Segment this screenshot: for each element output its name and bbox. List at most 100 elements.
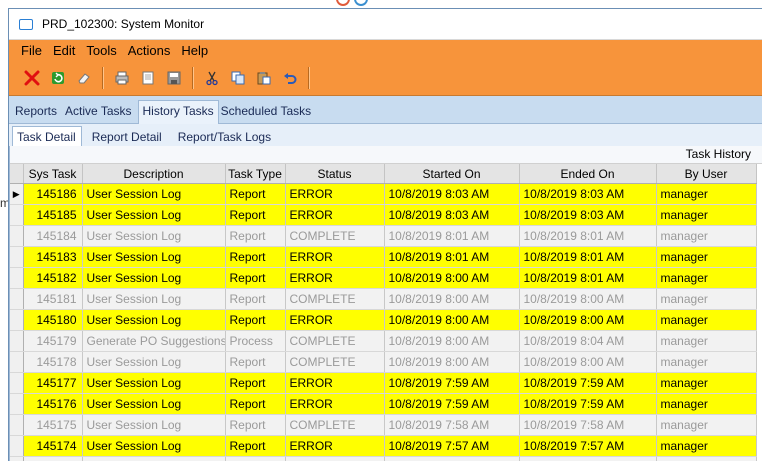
cell-description[interactable]: User Session Log: [82, 268, 225, 289]
cell-started-on[interactable]: 10/8/2019 8:00 AM: [384, 268, 519, 289]
table-row[interactable]: 145182User Session LogReportERROR10/8/20…: [10, 268, 756, 289]
column-header-by-user[interactable]: By User: [656, 164, 756, 184]
cell-ended-on[interactable]: 10/8/2019 7:59 AM: [519, 373, 656, 394]
table-row[interactable]: 145185User Session LogReportERROR10/8/20…: [10, 205, 756, 226]
cell-started-on[interactable]: 10/8/2019 7:59 AM: [384, 394, 519, 415]
cell-started-on[interactable]: 10/8/2019 8:03 AM: [384, 205, 519, 226]
cell-description[interactable]: User Session Log: [82, 415, 225, 436]
cell-by-user[interactable]: manager: [656, 331, 756, 352]
tab-scheduled-tasks[interactable]: Scheduled Tasks: [219, 104, 318, 123]
row-selector[interactable]: ▶: [10, 184, 23, 205]
cell-sys-task[interactable]: 145178: [23, 352, 82, 373]
cell-task-type[interactable]: Report: [225, 457, 285, 461]
row-selector[interactable]: [10, 457, 23, 461]
cell-description[interactable]: User Session Log: [82, 457, 225, 461]
cell-description[interactable]: User Session Log: [82, 205, 225, 226]
cell-task-type[interactable]: Process: [225, 331, 285, 352]
cell-by-user[interactable]: manager: [656, 268, 756, 289]
paste-icon[interactable]: [254, 68, 274, 88]
cell-description[interactable]: User Session Log: [82, 184, 225, 205]
cell-started-on[interactable]: 10/8/2019 8:00 AM: [384, 289, 519, 310]
cell-task-type[interactable]: Report: [225, 436, 285, 457]
cell-ended-on[interactable]: 10/8/2019 7:59 AM: [519, 394, 656, 415]
row-selector[interactable]: [10, 310, 23, 331]
cell-started-on[interactable]: 10/8/2019 8:01 AM: [384, 247, 519, 268]
cell-task-type[interactable]: Report: [225, 415, 285, 436]
cell-by-user[interactable]: manager: [656, 226, 756, 247]
cell-started-on[interactable]: 10/8/2019 7:57 AM: [384, 436, 519, 457]
cell-task-type[interactable]: Report: [225, 310, 285, 331]
cell-ended-on[interactable]: 10/8/2019 8:03 AM: [519, 205, 656, 226]
cell-status[interactable]: ERROR: [285, 373, 384, 394]
row-selector[interactable]: [10, 436, 23, 457]
cell-task-type[interactable]: Report: [225, 289, 285, 310]
cell-ended-on[interactable]: 10/8/2019 7:58 AM: [519, 415, 656, 436]
cell-sys-task[interactable]: 145173: [23, 457, 82, 461]
save-icon[interactable]: [164, 68, 184, 88]
cell-sys-task[interactable]: 145183: [23, 247, 82, 268]
column-header-status[interactable]: Status: [285, 164, 384, 184]
cell-status[interactable]: ERROR: [285, 394, 384, 415]
cell-task-type[interactable]: Report: [225, 247, 285, 268]
undo-icon[interactable]: [280, 68, 300, 88]
menu-actions[interactable]: Actions: [128, 43, 171, 61]
table-row[interactable]: 145173User Session LogReportCOMPLETE10/7…: [10, 457, 756, 461]
cell-by-user[interactable]: manager: [656, 436, 756, 457]
cell-task-type[interactable]: Report: [225, 226, 285, 247]
table-row[interactable]: 145175User Session LogReportCOMPLETE10/8…: [10, 415, 756, 436]
row-selector[interactable]: [10, 268, 23, 289]
row-selector[interactable]: [10, 373, 23, 394]
cell-started-on[interactable]: 10/8/2019 7:58 AM: [384, 415, 519, 436]
menu-tools[interactable]: Tools: [86, 43, 116, 61]
cell-started-on[interactable]: 10/8/2019 8:01 AM: [384, 226, 519, 247]
cell-ended-on[interactable]: 10/8/2019 8:04 AM: [519, 331, 656, 352]
cell-task-type[interactable]: Report: [225, 394, 285, 415]
cell-ended-on[interactable]: 10/8/2019 8:00 AM: [519, 289, 656, 310]
cell-status[interactable]: ERROR: [285, 268, 384, 289]
cell-status[interactable]: COMPLETE: [285, 289, 384, 310]
cell-sys-task[interactable]: 145185: [23, 205, 82, 226]
copy-icon[interactable]: [228, 68, 248, 88]
cell-ended-on[interactable]: 10/8/2019 8:01 AM: [519, 226, 656, 247]
table-row[interactable]: ▶145186User Session LogReportERROR10/8/2…: [10, 184, 756, 205]
cell-status[interactable]: ERROR: [285, 184, 384, 205]
cell-description[interactable]: User Session Log: [82, 436, 225, 457]
table-row[interactable]: 145178User Session LogReportCOMPLETE10/8…: [10, 352, 756, 373]
cell-status[interactable]: ERROR: [285, 436, 384, 457]
title-bar[interactable]: PRD_102300: System Monitor: [9, 9, 762, 40]
print-icon[interactable]: [112, 68, 132, 88]
cell-sys-task[interactable]: 145186: [23, 184, 82, 205]
cell-description[interactable]: User Session Log: [82, 289, 225, 310]
table-row[interactable]: 145181User Session LogReportCOMPLETE10/8…: [10, 289, 756, 310]
row-selector[interactable]: [10, 415, 23, 436]
cell-started-on[interactable]: 10/8/2019 8:00 AM: [384, 310, 519, 331]
table-row[interactable]: 145177User Session LogReportERROR10/8/20…: [10, 373, 756, 394]
cell-sys-task[interactable]: 145180: [23, 310, 82, 331]
cell-status[interactable]: ERROR: [285, 247, 384, 268]
cell-sys-task[interactable]: 145181: [23, 289, 82, 310]
cell-by-user[interactable]: manager: [656, 205, 756, 226]
cell-status[interactable]: COMPLETE: [285, 331, 384, 352]
cell-description[interactable]: Generate PO Suggestions: [82, 331, 225, 352]
row-selector[interactable]: [10, 394, 23, 415]
cell-sys-task[interactable]: 145174: [23, 436, 82, 457]
cell-ended-on[interactable]: 10/8/2019 7:57 AM: [519, 436, 656, 457]
cell-description[interactable]: User Session Log: [82, 394, 225, 415]
row-selector[interactable]: [10, 205, 23, 226]
cell-description[interactable]: User Session Log: [82, 226, 225, 247]
cell-sys-task[interactable]: 145175: [23, 415, 82, 436]
cell-status[interactable]: COMPLETE: [285, 415, 384, 436]
cell-sys-task[interactable]: 145177: [23, 373, 82, 394]
cell-ended-on[interactable]: 10/8/2019 8:00 AM: [519, 310, 656, 331]
cell-by-user[interactable]: manager: [656, 289, 756, 310]
delete-icon[interactable]: [22, 68, 42, 88]
cell-ended-on[interactable]: 10/7/2019 2:09 PM: [519, 457, 656, 461]
cell-ended-on[interactable]: 10/8/2019 8:01 AM: [519, 247, 656, 268]
cell-status[interactable]: ERROR: [285, 310, 384, 331]
cell-description[interactable]: User Session Log: [82, 373, 225, 394]
tab-history-tasks[interactable]: History Tasks: [138, 100, 219, 124]
column-header-started-on[interactable]: Started On: [384, 164, 519, 184]
cell-by-user[interactable]: manager: [656, 415, 756, 436]
cell-started-on[interactable]: 10/8/2019 8:00 AM: [384, 331, 519, 352]
menu-help[interactable]: Help: [181, 43, 208, 61]
